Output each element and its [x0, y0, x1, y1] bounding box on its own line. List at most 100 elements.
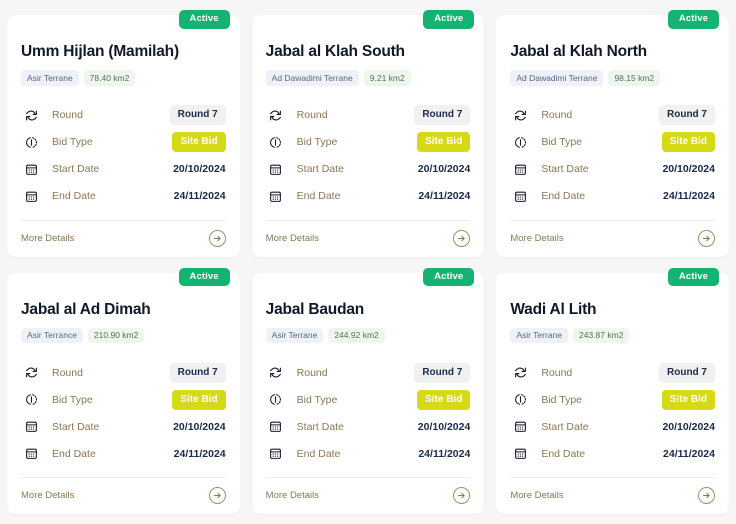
- arrow-right-circle-icon[interactable]: [453, 487, 470, 504]
- more-details-label[interactable]: More Details: [266, 233, 319, 244]
- round-row: Round Round 7: [510, 102, 715, 129]
- start-date-value: 20/10/2024: [662, 421, 715, 433]
- site-chips: Asir Terrane 244.92 km2: [266, 328, 471, 344]
- area-chip: 78.40 km2: [84, 70, 136, 86]
- bid-type-label: Bid Type: [530, 136, 661, 148]
- card-footer[interactable]: More Details: [21, 221, 226, 247]
- start-date-row: Start Date 20/10/2024: [21, 156, 226, 183]
- calendar-icon: [266, 190, 286, 203]
- start-date-value: 20/10/2024: [173, 163, 226, 175]
- calendar-icon: [266, 163, 286, 176]
- start-date-value: 20/10/2024: [173, 421, 226, 433]
- calendar-icon: [510, 163, 530, 176]
- card-footer[interactable]: More Details: [510, 478, 715, 504]
- site-title: Jabal al Klah North: [510, 43, 715, 61]
- start-date-label: Start Date: [41, 163, 173, 175]
- round-value: Round 7: [170, 105, 226, 125]
- more-details-label[interactable]: More Details: [21, 233, 74, 244]
- split-circle-icon: [266, 136, 286, 149]
- bid-type-label: Bid Type: [530, 394, 661, 406]
- arrow-right-circle-icon[interactable]: [209, 230, 226, 247]
- site-chips: Ad Dawadimi Terrane 9.21 km2: [266, 70, 471, 86]
- round-row: Round Round 7: [266, 102, 471, 129]
- calendar-icon: [21, 447, 41, 460]
- bid-type-row: Bid Type Site Bid: [266, 386, 471, 413]
- end-date-label: End Date: [41, 448, 174, 460]
- end-date-value: 24/11/2024: [418, 190, 470, 202]
- status-badge: Active: [423, 10, 474, 29]
- arrow-right-circle-icon[interactable]: [698, 487, 715, 504]
- refresh-cycle-icon: [21, 109, 41, 122]
- calendar-icon: [266, 420, 286, 433]
- bid-type-label: Bid Type: [41, 136, 172, 148]
- refresh-cycle-icon: [266, 366, 286, 379]
- area-chip: 243.87 km2: [573, 328, 629, 344]
- site-title: Jabal al Klah South: [266, 43, 471, 61]
- start-date-label: Start Date: [530, 163, 662, 175]
- site-card-0[interactable]: Active Umm Hijlan (Mamilah) Asir Terrane…: [7, 15, 240, 257]
- site-card-1[interactable]: Active Jabal al Klah South Ad Dawadimi T…: [252, 15, 485, 257]
- end-date-value: 24/11/2024: [663, 448, 715, 460]
- arrow-right-circle-icon[interactable]: [453, 230, 470, 247]
- bid-type-value: Site Bid: [172, 132, 225, 152]
- site-title: Jabal al Ad Dimah: [21, 301, 226, 319]
- site-card-3[interactable]: Active Jabal al Ad Dimah Asir Terrance 2…: [7, 273, 240, 515]
- split-circle-icon: [266, 393, 286, 406]
- calendar-icon: [21, 420, 41, 433]
- calendar-icon: [510, 420, 530, 433]
- terrane-chip: Asir Terrane: [266, 328, 324, 344]
- site-detail-rows: Round Round 7 Bid Type Site Bid: [510, 359, 715, 467]
- site-card-4[interactable]: Active Jabal Baudan Asir Terrane 244.92 …: [252, 273, 485, 515]
- terrane-chip: Asir Terrance: [21, 328, 83, 344]
- status-badge: Active: [668, 268, 719, 287]
- end-date-row: End Date 24/11/2024: [266, 440, 471, 467]
- round-row: Round Round 7: [21, 102, 226, 129]
- bid-type-row: Bid Type Site Bid: [21, 129, 226, 156]
- bid-type-row: Bid Type Site Bid: [266, 129, 471, 156]
- card-footer[interactable]: More Details: [266, 221, 471, 247]
- bid-type-label: Bid Type: [286, 394, 417, 406]
- split-circle-icon: [21, 136, 41, 149]
- site-detail-rows: Round Round 7 Bid Type Site Bid: [21, 102, 226, 210]
- status-badge: Active: [423, 268, 474, 287]
- more-details-label[interactable]: More Details: [510, 490, 563, 501]
- end-date-value: 24/11/2024: [418, 448, 470, 460]
- more-details-label[interactable]: More Details: [21, 490, 74, 501]
- round-label: Round: [530, 367, 659, 379]
- bid-type-label: Bid Type: [286, 136, 417, 148]
- area-chip: 244.92 km2: [328, 328, 384, 344]
- start-date-row: Start Date 20/10/2024: [266, 413, 471, 440]
- bid-type-value: Site Bid: [662, 132, 715, 152]
- bid-type-row: Bid Type Site Bid: [21, 386, 226, 413]
- site-detail-rows: Round Round 7 Bid Type Site Bid: [21, 359, 226, 467]
- refresh-cycle-icon: [510, 109, 530, 122]
- end-date-value: 24/11/2024: [174, 190, 226, 202]
- arrow-right-circle-icon[interactable]: [698, 230, 715, 247]
- end-date-row: End Date 24/11/2024: [510, 183, 715, 210]
- status-badge: Active: [179, 268, 230, 287]
- start-date-value: 20/10/2024: [418, 421, 471, 433]
- site-detail-rows: Round Round 7 Bid Type Site Bid: [510, 102, 715, 210]
- bid-type-value: Site Bid: [417, 390, 470, 410]
- split-circle-icon: [21, 393, 41, 406]
- card-footer[interactable]: More Details: [510, 221, 715, 247]
- card-footer[interactable]: More Details: [266, 478, 471, 504]
- more-details-label[interactable]: More Details: [266, 490, 319, 501]
- round-row: Round Round 7: [266, 359, 471, 386]
- calendar-icon: [21, 190, 41, 203]
- calendar-icon: [266, 447, 286, 460]
- arrow-right-circle-icon[interactable]: [209, 487, 226, 504]
- end-date-value: 24/11/2024: [174, 448, 226, 460]
- round-value: Round 7: [414, 105, 470, 125]
- end-date-label: End Date: [286, 448, 419, 460]
- site-card-5[interactable]: Active Wadi Al Lith Asir Terrane 243.87 …: [496, 273, 729, 515]
- terrane-chip: Ad Dawadimi Terrane: [510, 70, 603, 86]
- more-details-label[interactable]: More Details: [510, 233, 563, 244]
- calendar-icon: [510, 447, 530, 460]
- end-date-label: End Date: [41, 190, 174, 202]
- card-footer[interactable]: More Details: [21, 478, 226, 504]
- bid-type-value: Site Bid: [417, 132, 470, 152]
- status-badge: Active: [668, 10, 719, 29]
- refresh-cycle-icon: [21, 366, 41, 379]
- site-card-2[interactable]: Active Jabal al Klah North Ad Dawadimi T…: [496, 15, 729, 257]
